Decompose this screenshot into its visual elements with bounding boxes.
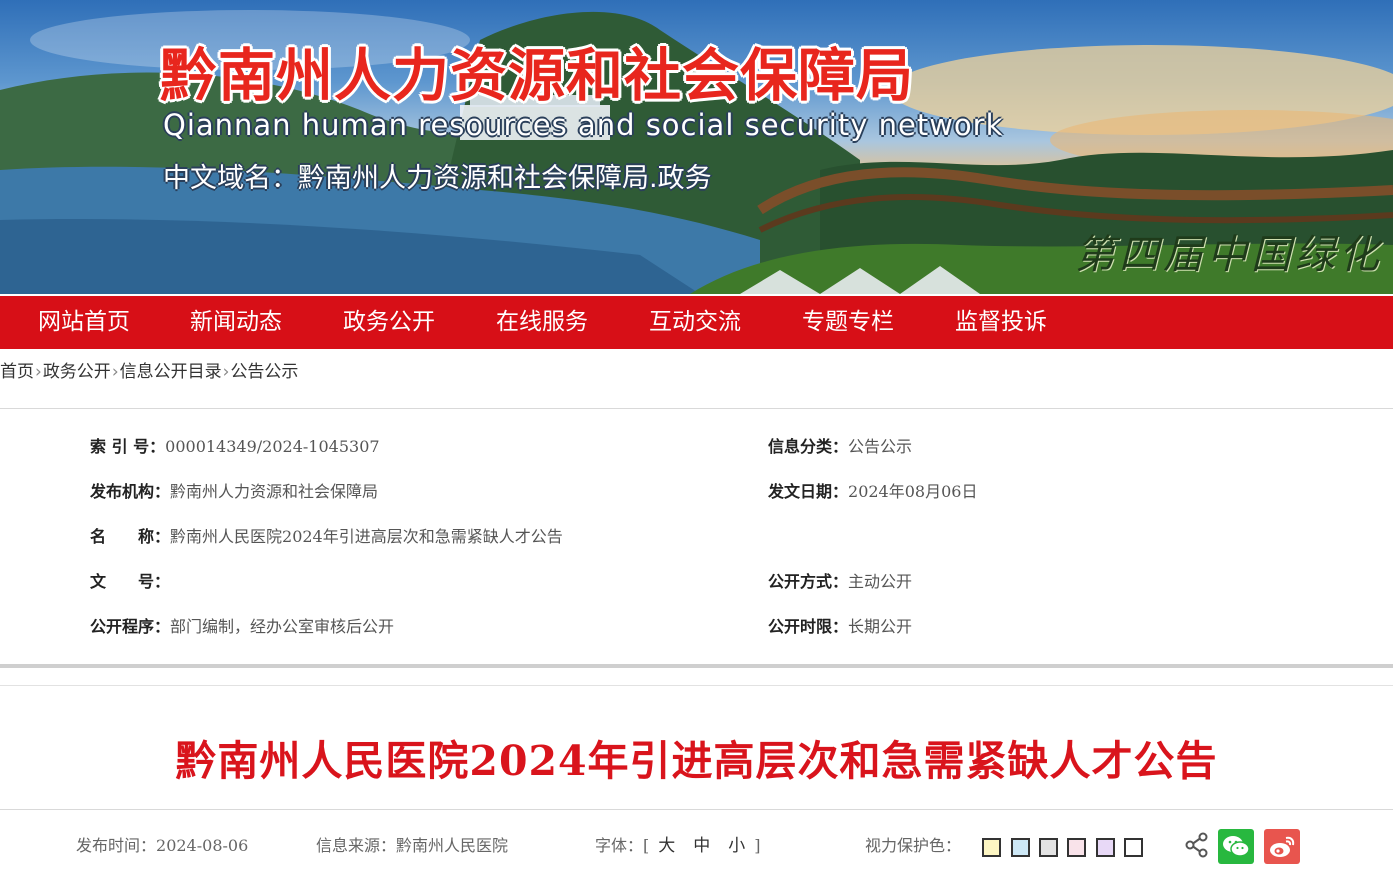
meta-label: 公开方式： <box>768 572 849 591</box>
meta-label: 发布机构： <box>90 482 171 501</box>
meta-issue-date: 发文日期：2024年08月06日 <box>768 480 977 504</box>
meta-label: 公开时限： <box>768 617 849 636</box>
meta-label: 信息分类： <box>768 437 849 456</box>
meta-bottom-border <box>0 664 1393 668</box>
meta-value: 主动公开 <box>848 572 913 591</box>
meta-value: 2024年08月06日 <box>848 482 978 501</box>
nav-item-news[interactable]: 新闻动态 <box>190 296 282 349</box>
meta-index-no: 索 引 号：000014349/2024-1045307 <box>90 435 380 459</box>
font-size-control: 字体：[大中小] <box>595 834 761 858</box>
weibo-icon <box>1270 836 1295 857</box>
title-divider <box>0 809 1393 810</box>
main-nav: 网站首页 新闻动态 政务公开 在线服务 互动交流 专题专栏 监督投诉 <box>0 294 1393 349</box>
font-size-label: 字体：[ <box>595 836 650 855</box>
nav-item-supervision[interactable]: 监督投诉 <box>955 296 1047 349</box>
article-title: 黔南州人民医院2024年引进高层次和急需紧缺人才公告 <box>175 737 1218 785</box>
eye-care-swatch-gray[interactable] <box>1039 838 1058 857</box>
nav-item-special-topics[interactable]: 专题专栏 <box>802 296 894 349</box>
nav-item-gov-affairs[interactable]: 政务公开 <box>343 296 435 349</box>
meta-procedure: 公开程序：部门编制，经办公室审核后公开 <box>90 615 394 639</box>
meta-label: 发文日期： <box>768 482 849 501</box>
font-size-large-button[interactable]: 大 <box>649 836 684 856</box>
publish-time-label: 发布时间： <box>76 836 157 855</box>
info-source-value: 黔南州人民医院 <box>396 836 509 855</box>
wechat-share-button[interactable] <box>1218 829 1254 864</box>
meta-disclosure-method: 公开方式：主动公开 <box>768 570 912 594</box>
info-source-label: 信息来源： <box>316 836 397 855</box>
banner-calligraphy-text: 第四届中国绿化 <box>1075 232 1383 278</box>
meta-value: 黔南州人民医院2024年引进高层次和急需紧缺人才公告 <box>170 527 563 546</box>
meta-name: 名 称：黔南州人民医院2024年引进高层次和急需紧缺人才公告 <box>90 525 563 549</box>
header-banner: 黔南州人力资源和社会保障局 Qiannan human resources an… <box>0 0 1393 294</box>
meta-label: 名 称： <box>90 527 171 546</box>
publish-time-value: 2024-08-06 <box>156 836 249 855</box>
section-divider <box>0 685 1393 686</box>
site-title: 黔南州人力资源和社会保障局 <box>160 42 914 109</box>
meta-value: 部门编制，经办公室审核后公开 <box>170 617 395 636</box>
meta-value: 黔南州人力资源和社会保障局 <box>170 482 379 501</box>
eye-care-swatch-yellow[interactable] <box>982 838 1001 857</box>
eye-care-swatch-blue[interactable] <box>1011 838 1030 857</box>
eye-care-swatch-pink[interactable] <box>1067 838 1086 857</box>
meta-label: 文 号： <box>90 572 171 591</box>
meta-value: 长期公开 <box>848 617 913 636</box>
meta-value: 000014349/2024-1045307 <box>165 437 380 456</box>
site-subtitle-english: Qiannan human resources and social secur… <box>163 108 1004 142</box>
breadcrumb-separator: › <box>35 362 42 382</box>
eye-care-swatch-white[interactable] <box>1124 838 1143 857</box>
breadcrumb-announcements[interactable]: 公告公示 <box>230 362 298 382</box>
breadcrumb-info-catalog[interactable]: 信息公开目录 <box>120 362 222 382</box>
meta-category: 信息分类：公告公示 <box>768 435 912 459</box>
breadcrumb-gov-affairs[interactable]: 政务公开 <box>43 362 111 382</box>
meta-doc-no: 文 号： <box>90 570 170 594</box>
meta-label: 公开程序： <box>90 617 171 636</box>
site-domain-text: 中文域名：黔南州人力资源和社会保障局.政务 <box>163 163 712 194</box>
breadcrumb: 首页›政务公开›信息公开目录›公告公示 <box>0 360 298 384</box>
wechat-icon <box>1223 836 1250 857</box>
nav-item-online-service[interactable]: 在线服务 <box>496 296 588 349</box>
info-source: 信息来源：黔南州人民医院 <box>316 834 508 858</box>
share-icon[interactable] <box>1184 832 1210 858</box>
eye-care-label: 视力保护色： <box>865 836 962 855</box>
publish-time: 发布时间：2024-08-06 <box>76 834 248 858</box>
meta-value: 公告公示 <box>848 437 913 456</box>
breadcrumb-separator: › <box>111 362 119 382</box>
font-size-bracket: ] <box>754 836 761 855</box>
breadcrumb-home[interactable]: 首页 <box>0 362 34 382</box>
meta-publisher: 发布机构：黔南州人力资源和社会保障局 <box>90 480 378 504</box>
weibo-share-button[interactable] <box>1264 829 1300 864</box>
font-size-medium-button[interactable]: 中 <box>684 836 719 856</box>
nav-item-home[interactable]: 网站首页 <box>38 296 130 349</box>
document-meta-table: 索 引 号：000014349/2024-1045307 信息分类：公告公示 发… <box>0 409 1393 665</box>
meta-time-limit: 公开时限：长期公开 <box>768 615 912 639</box>
eye-care-swatch-purple[interactable] <box>1096 838 1115 857</box>
meta-label: 索 引 号： <box>90 437 166 456</box>
nav-item-interaction[interactable]: 互动交流 <box>649 296 741 349</box>
font-size-small-button[interactable]: 小 <box>719 836 754 856</box>
